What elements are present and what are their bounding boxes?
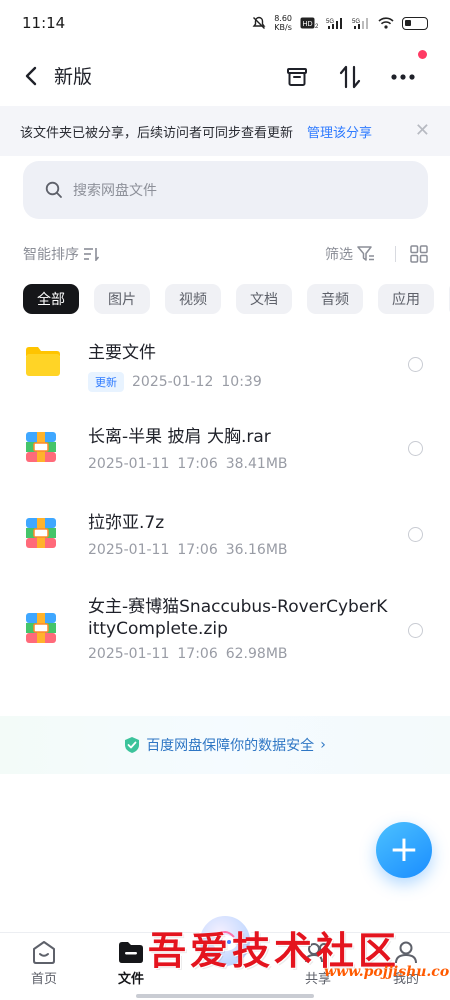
transfer-button[interactable] xyxy=(333,60,367,94)
file-meta: 更新 2025-01-12 10:39 xyxy=(88,372,262,392)
select-radio[interactable] xyxy=(408,441,423,456)
list-toolbar: 智能排序 筛选 xyxy=(0,240,450,268)
chip-audio[interactable]: 音频 xyxy=(307,284,363,314)
list-item[interactable]: 长离-半果 披肩 大胸.rar 2025-01-11 17:06 38.41MB xyxy=(0,406,450,490)
file-name: 长离-半果 披肩 大胸.rar xyxy=(88,427,271,447)
category-chips: 全部 图片 视频 文档 音频 应用 xyxy=(23,284,450,314)
chip-documents[interactable]: 文档 xyxy=(236,284,292,314)
transfer-icon xyxy=(339,65,361,89)
archive-file-icon xyxy=(25,517,57,549)
search-icon xyxy=(45,181,62,198)
file-name: 女主-赛博猫Snaccubus-RoverCyberKittyComplete.… xyxy=(88,597,388,639)
sort-icon xyxy=(84,248,99,261)
chip-images[interactable]: 图片 xyxy=(94,284,150,314)
list-item[interactable]: 主要文件 更新 2025-01-12 10:39 xyxy=(0,322,450,404)
select-radio[interactable] xyxy=(408,623,423,638)
search-placeholder: 搜索网盘文件 xyxy=(73,183,157,199)
home-icon xyxy=(33,941,55,964)
sort-button[interactable]: 智能排序 xyxy=(23,244,99,264)
file-time: 17:06 xyxy=(177,646,218,662)
back-button[interactable] xyxy=(20,62,42,90)
share-banner-text: 该文件夹已被分享，后续访问者可同步查看更新 xyxy=(20,125,294,141)
close-banner-button[interactable]: ✕ xyxy=(415,120,430,141)
net-speed: 8.60 KB/s xyxy=(274,14,292,32)
signal-5g-2-icon: 5G xyxy=(352,18,368,29)
svg-text:2: 2 xyxy=(315,24,318,29)
file-name: 主要文件 xyxy=(88,343,156,363)
archive-icon xyxy=(287,68,307,86)
grid-view-icon xyxy=(410,245,428,263)
mute-icon xyxy=(252,16,266,29)
file-meta: 2025-01-11 17:06 38.41MB xyxy=(88,456,288,472)
folder-icon xyxy=(26,347,60,376)
file-time: 17:06 xyxy=(177,456,218,472)
shield-icon xyxy=(125,737,140,753)
archive-file-icon xyxy=(25,431,57,463)
battery-icon xyxy=(402,16,428,30)
svg-text:HD: HD xyxy=(303,21,313,28)
nav-home-label: 首页 xyxy=(30,972,57,987)
list-item[interactable]: 拉弥亚.7z 2025-01-11 17:06 36.16MB xyxy=(0,492,450,576)
nav-files-label: 文件 xyxy=(117,972,144,987)
notification-dot xyxy=(418,50,427,59)
chip-videos[interactable]: 视频 xyxy=(165,284,221,314)
watermark-url: www.pojjishu.com xyxy=(324,964,450,980)
sort-label: 智能排序 xyxy=(23,247,79,263)
net-speed-value: 8.60 xyxy=(274,14,292,23)
manage-share-link[interactable]: 管理该分享 xyxy=(307,122,372,141)
toolbar-divider xyxy=(395,246,396,262)
chip-apps[interactable]: 应用 xyxy=(378,284,434,314)
safety-text: 百度网盘保障你的数据安全 xyxy=(146,738,315,754)
filter-button[interactable]: 筛选 xyxy=(325,244,375,264)
file-date: 2025-01-11 xyxy=(88,646,170,662)
grid-view-button[interactable] xyxy=(410,245,428,267)
status-time: 11:14 xyxy=(22,14,66,32)
more-button[interactable] xyxy=(386,60,420,94)
file-size: 36.16MB xyxy=(225,542,288,558)
select-radio[interactable] xyxy=(408,357,423,372)
add-button[interactable]: + xyxy=(376,822,432,878)
file-date: 2025-01-11 xyxy=(88,542,170,558)
share-banner: 该文件夹已被分享，后续访问者可同步查看更新 管理该分享 ✕ xyxy=(0,106,450,156)
chip-all[interactable]: 全部 xyxy=(23,284,79,314)
file-meta: 2025-01-11 17:06 62.98MB xyxy=(88,646,288,662)
back-icon xyxy=(25,66,37,86)
watermark: 吾爱技术社区 www.pojjishu.com xyxy=(148,920,450,990)
file-date: 2025-01-11 xyxy=(88,456,170,472)
folder-icon xyxy=(119,942,143,963)
search-input[interactable]: 搜索网盘文件 xyxy=(23,161,428,219)
list-item[interactable]: 女主-赛博猫Snaccubus-RoverCyberKittyComplete.… xyxy=(0,580,450,690)
select-radio[interactable] xyxy=(408,527,423,542)
file-size: 62.98MB xyxy=(225,646,288,662)
status-icons: 8.60 KB/s HD 2 5G 5G xyxy=(252,14,428,32)
signal-5g-1-icon: 5G xyxy=(326,18,342,29)
file-name: 拉弥亚.7z xyxy=(88,513,165,533)
filter-label: 筛选 xyxy=(325,247,353,263)
net-speed-unit: KB/s xyxy=(274,23,292,32)
file-time: 17:06 xyxy=(177,542,218,558)
update-badge: 更新 xyxy=(88,372,124,392)
home-indicator[interactable] xyxy=(136,994,314,998)
file-time: 10:39 xyxy=(221,374,262,390)
file-date: 2025-01-12 xyxy=(132,374,214,390)
file-meta: 2025-01-11 17:06 36.16MB xyxy=(88,542,288,558)
page-title: 新版 xyxy=(54,66,93,88)
file-size: 38.41MB xyxy=(225,456,288,472)
plus-icon: + xyxy=(388,829,420,870)
more-icon xyxy=(391,74,415,80)
safety-banner[interactable]: 百度网盘保障你的数据安全 › xyxy=(0,716,450,774)
header: 新版 xyxy=(0,50,450,104)
archive-file-icon xyxy=(25,612,57,644)
nav-home[interactable]: 首页 xyxy=(14,939,74,987)
filter-icon xyxy=(357,246,374,261)
hd-icon: HD 2 xyxy=(300,17,318,29)
status-bar: 11:14 8.60 KB/s HD 2 5G 5G xyxy=(0,0,450,46)
archive-button[interactable] xyxy=(280,60,314,94)
wifi-icon xyxy=(378,17,394,29)
chevron-right-icon: › xyxy=(320,737,326,753)
